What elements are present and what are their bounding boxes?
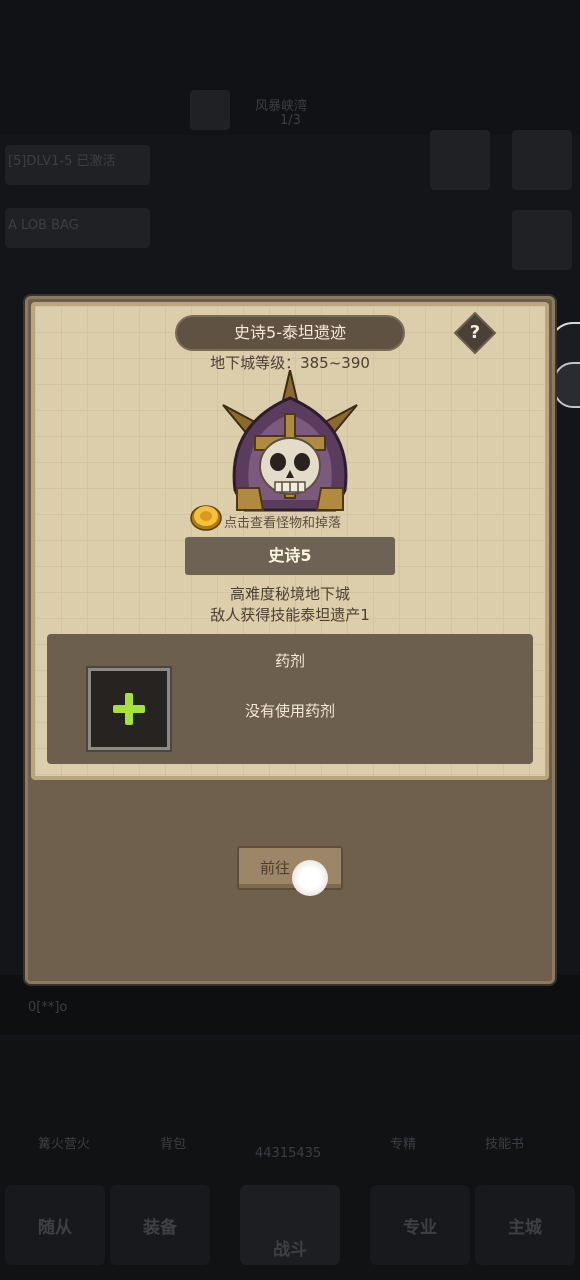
difficulty-label: 史诗5 bbox=[185, 537, 395, 575]
background-action-label: 44315435 bbox=[255, 1146, 322, 1161]
background-tab: 装备 bbox=[110, 1185, 210, 1265]
background-zone-progress: 1/3 bbox=[280, 113, 301, 128]
background-tab-label: 战斗 bbox=[273, 1240, 307, 1260]
background-action-label: 技能书 bbox=[485, 1137, 525, 1152]
potion-title: 药剂 bbox=[274, 652, 305, 670]
background-zone-name: 风暴峡湾 bbox=[255, 99, 308, 114]
background-tab-label: 专业 bbox=[403, 1218, 437, 1238]
background-chat-bar bbox=[0, 975, 580, 1035]
coin-icon bbox=[190, 503, 222, 531]
background-tab-label: 装备 bbox=[143, 1218, 177, 1238]
floating-assistant-icon[interactable] bbox=[553, 362, 580, 408]
dungeon-description-line2: 敌人获得技能泰坦遗产1 bbox=[210, 606, 370, 624]
dungeon-description-line1: 高难度秘境地下城 bbox=[229, 585, 350, 603]
skull-helmet-icon bbox=[222, 369, 358, 512]
background-action-label: 背包 bbox=[160, 1137, 187, 1152]
touch-indicator bbox=[292, 860, 328, 896]
background-tab-label: 主城 bbox=[508, 1218, 542, 1238]
background-action-label: 专精 bbox=[390, 1137, 417, 1152]
background-tab: 随从 bbox=[5, 1185, 105, 1265]
background-tab: 专业 bbox=[370, 1185, 470, 1265]
background-settings-icon bbox=[512, 130, 572, 190]
help-icon: ? bbox=[469, 322, 481, 343]
background-list-label: [5]DLV1-5 已激活 bbox=[8, 154, 116, 169]
background-action-label: 篝火营火 bbox=[38, 1137, 91, 1152]
background-zone-icon bbox=[190, 90, 230, 130]
add-potion-button[interactable] bbox=[86, 666, 172, 752]
dungeon-title: 史诗5-泰坦遗迹 bbox=[175, 315, 405, 351]
background-chat-text: 0[**]o bbox=[28, 1000, 68, 1015]
plus-icon-bar bbox=[113, 705, 145, 713]
background-icon bbox=[512, 210, 572, 270]
background-list-label: A LOB BAG bbox=[8, 218, 79, 233]
potion-status: 没有使用药剂 bbox=[244, 702, 335, 720]
background-icon bbox=[430, 130, 490, 190]
background-tab: 主城 bbox=[475, 1185, 575, 1265]
view-monsters-drops-link[interactable]: 点击查看怪物和掉落 bbox=[224, 512, 341, 531]
background-tab-label: 随从 bbox=[38, 1218, 72, 1238]
background-tab: 战斗 bbox=[240, 1185, 340, 1265]
boss-portrait[interactable] bbox=[215, 369, 365, 520]
